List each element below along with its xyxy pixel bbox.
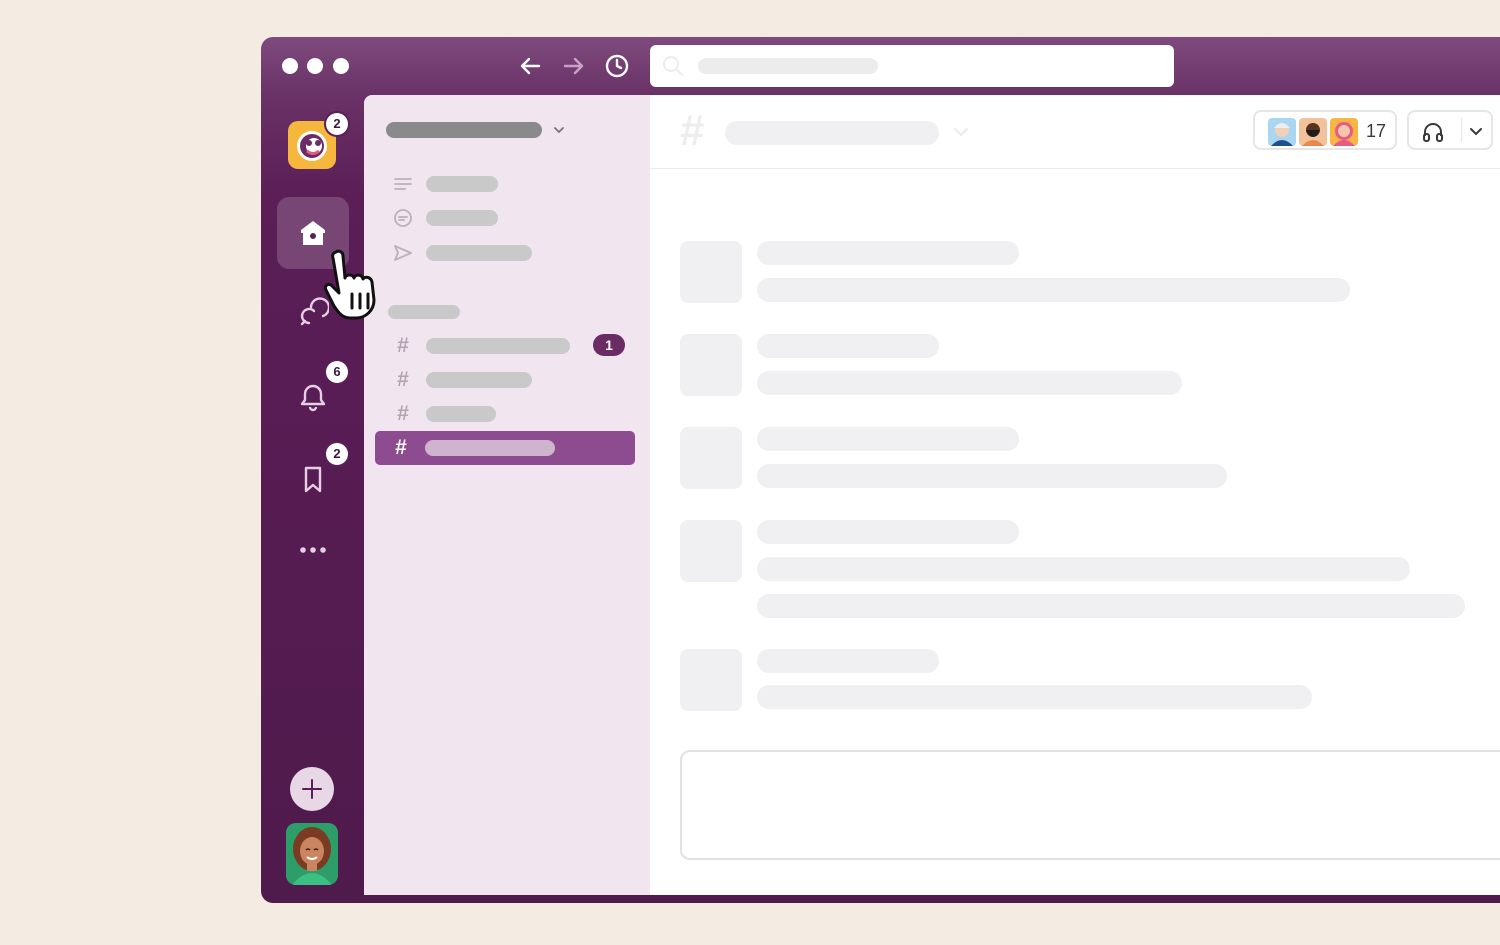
message-author xyxy=(757,520,1019,544)
activity-badge: 6 xyxy=(326,361,348,383)
sidebar-item-huddles[interactable] xyxy=(426,210,498,226)
sidebar-item-threads[interactable] xyxy=(426,176,498,192)
chevron-down-icon[interactable] xyxy=(952,123,970,141)
window-maximize-button[interactable] xyxy=(333,58,349,74)
chevron-down-icon[interactable] xyxy=(552,123,566,137)
channel-item-selected[interactable]: # xyxy=(375,431,635,465)
message-author xyxy=(757,334,939,358)
user-portrait-icon xyxy=(286,823,338,885)
add-workspace-button[interactable] xyxy=(290,767,334,811)
app-window: 2 6 2 # 1 # # # # 17 xyxy=(261,37,1500,903)
search-input[interactable] xyxy=(650,45,1174,87)
later-badge: 2 xyxy=(326,443,348,465)
user-avatar[interactable] xyxy=(286,823,338,885)
message-composer[interactable] xyxy=(680,750,1500,860)
unread-count-badge: 1 xyxy=(593,334,625,356)
more-dots-icon xyxy=(300,547,326,553)
message-avatar xyxy=(680,427,742,489)
channel-hash-icon: # xyxy=(680,106,705,155)
channel-view: # 17 xyxy=(650,95,1500,895)
channel-item-3[interactable] xyxy=(426,406,496,422)
send-icon xyxy=(394,245,412,261)
message-avatar xyxy=(680,520,742,582)
huddle-button[interactable] xyxy=(1407,110,1493,150)
member-avatar xyxy=(1330,118,1358,146)
huddles-icon xyxy=(394,209,412,227)
history-button[interactable] xyxy=(603,52,631,80)
rail-more-button[interactable] xyxy=(277,514,349,586)
channel-sidebar: # 1 # # # xyxy=(364,95,650,895)
home-icon xyxy=(301,221,325,245)
bell-icon xyxy=(300,384,326,412)
channel-hash-icon: # xyxy=(395,436,407,459)
bookmark-icon xyxy=(304,466,322,493)
channel-item-1[interactable] xyxy=(426,338,570,354)
member-avatar xyxy=(1268,118,1296,146)
message-author xyxy=(757,427,1019,451)
message-author xyxy=(757,241,1019,265)
message-text xyxy=(757,685,1312,709)
window-minimize-button[interactable] xyxy=(307,58,323,74)
members-button[interactable]: 17 xyxy=(1253,110,1397,150)
workspace-badge: 2 xyxy=(326,113,348,135)
arrow-right-icon xyxy=(563,57,584,75)
message-text xyxy=(757,594,1465,618)
window-close-button[interactable] xyxy=(282,58,298,74)
message-avatar xyxy=(680,649,742,711)
channel-header: # 17 xyxy=(650,95,1500,169)
threads-icon xyxy=(394,178,412,190)
channel-name xyxy=(425,440,555,456)
message-text xyxy=(757,557,1410,581)
sidebar-item-drafts[interactable] xyxy=(426,245,532,261)
member-avatar xyxy=(1299,118,1327,146)
forward-button[interactable] xyxy=(560,52,588,80)
message-text xyxy=(757,464,1227,488)
message-avatar xyxy=(680,241,742,303)
channel-hash-icon: # xyxy=(397,402,409,425)
channel-hash-icon: # xyxy=(397,368,409,391)
history-icon xyxy=(605,54,629,78)
search-icon xyxy=(663,56,683,76)
message-author xyxy=(757,649,939,673)
hand-cursor-icon xyxy=(323,249,376,320)
message-text xyxy=(757,278,1350,302)
chevron-down-icon[interactable] xyxy=(1468,123,1484,139)
plus-icon xyxy=(302,779,322,799)
member-count: 17 xyxy=(1366,121,1387,141)
channel-item-2[interactable] xyxy=(426,372,532,388)
back-button[interactable] xyxy=(516,52,544,80)
divider xyxy=(1461,118,1462,142)
search-placeholder xyxy=(698,58,878,74)
channel-hash-icon: # xyxy=(397,334,409,357)
message-avatar xyxy=(680,334,742,396)
channels-section-header[interactable] xyxy=(388,305,460,319)
arrow-left-icon xyxy=(520,57,541,75)
channel-title[interactable] xyxy=(725,121,939,145)
message-text xyxy=(757,371,1182,395)
headphones-icon xyxy=(1423,123,1443,142)
workspace-name[interactable] xyxy=(386,122,542,138)
